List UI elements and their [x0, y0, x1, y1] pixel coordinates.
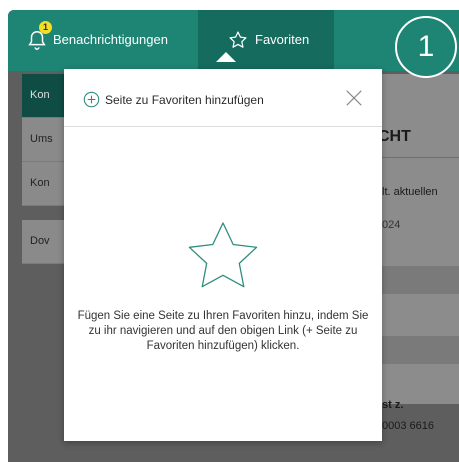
panel-title: CHT — [378, 128, 411, 145]
favorites-label: Favoriten — [255, 32, 310, 47]
step-marker: 1 — [395, 16, 457, 78]
notification-count-badge: 1 — [39, 21, 52, 34]
panel-text: 024 — [382, 219, 401, 231]
favorites-popover: Seite zu Favoriten hinzufügen Fügen Sie … — [64, 69, 382, 441]
panel-divider — [376, 157, 459, 158]
add-to-favorites-label: Seite zu Favoriten hinzufügen — [105, 92, 264, 107]
popover-caret — [216, 52, 236, 62]
empty-favorites-message: Fügen Sie eine Seite zu Ihren Favoriten … — [77, 310, 369, 352]
plus-circle-icon — [83, 91, 100, 108]
panel-text: st z. — [382, 399, 404, 411]
notifications-label: Benachrichtigungen — [53, 32, 168, 47]
panel-text: 0003 6616 — [382, 420, 434, 432]
star-icon — [229, 31, 247, 48]
panel-text: lt. aktuellen — [382, 186, 438, 198]
notifications-tab[interactable]: 1 Benachrichtigungen — [8, 10, 198, 71]
popover-divider — [64, 126, 382, 127]
add-to-favorites-link[interactable]: Seite zu Favoriten hinzufügen — [83, 91, 264, 108]
star-icon — [188, 222, 258, 288]
close-icon[interactable] — [345, 89, 363, 107]
